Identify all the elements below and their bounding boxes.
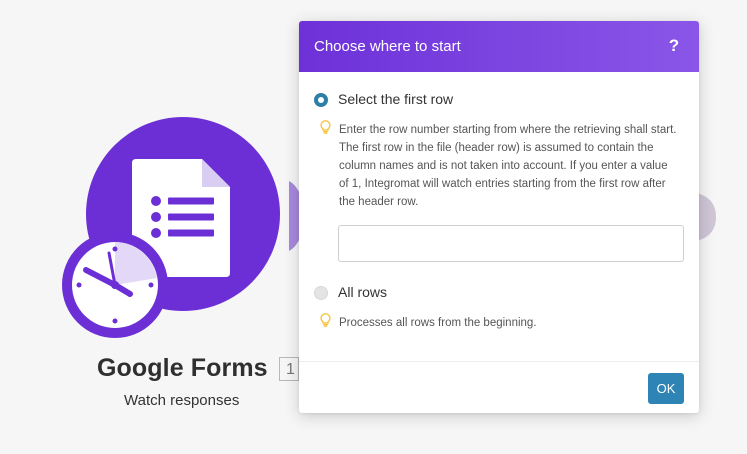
module-id-badge: 1	[279, 357, 299, 381]
dialog-title: Choose where to start	[314, 38, 461, 55]
lightbulb-icon	[320, 120, 331, 134]
radio-select-first-row[interactable]	[314, 93, 328, 107]
choose-start-dialog: Choose where to start ? Select the first…	[299, 21, 699, 413]
option-label-first-row[interactable]: Select the first row	[338, 91, 453, 107]
first-row-help-text: Enter the row number starting from where…	[339, 124, 677, 208]
dialog-header: Choose where to start ?	[299, 21, 699, 72]
all-rows-help-text: Processes all rows from the beginning.	[339, 317, 537, 329]
option-label-all-rows[interactable]: All rows	[338, 284, 387, 300]
dialog-footer-divider	[299, 361, 699, 362]
module-title: Google Forms	[97, 354, 268, 382]
lightbulb-icon	[320, 313, 331, 327]
module-subtitle: Watch responses	[124, 392, 240, 409]
ok-button[interactable]: OK	[648, 373, 684, 404]
radio-all-rows[interactable]	[314, 286, 328, 300]
scenario-canvas[interactable]: Google Forms 1 Watch responses Choose wh…	[0, 0, 747, 454]
first-row-number-input[interactable]	[338, 225, 684, 262]
clock-icon	[62, 232, 168, 338]
help-icon[interactable]: ?	[666, 35, 682, 57]
